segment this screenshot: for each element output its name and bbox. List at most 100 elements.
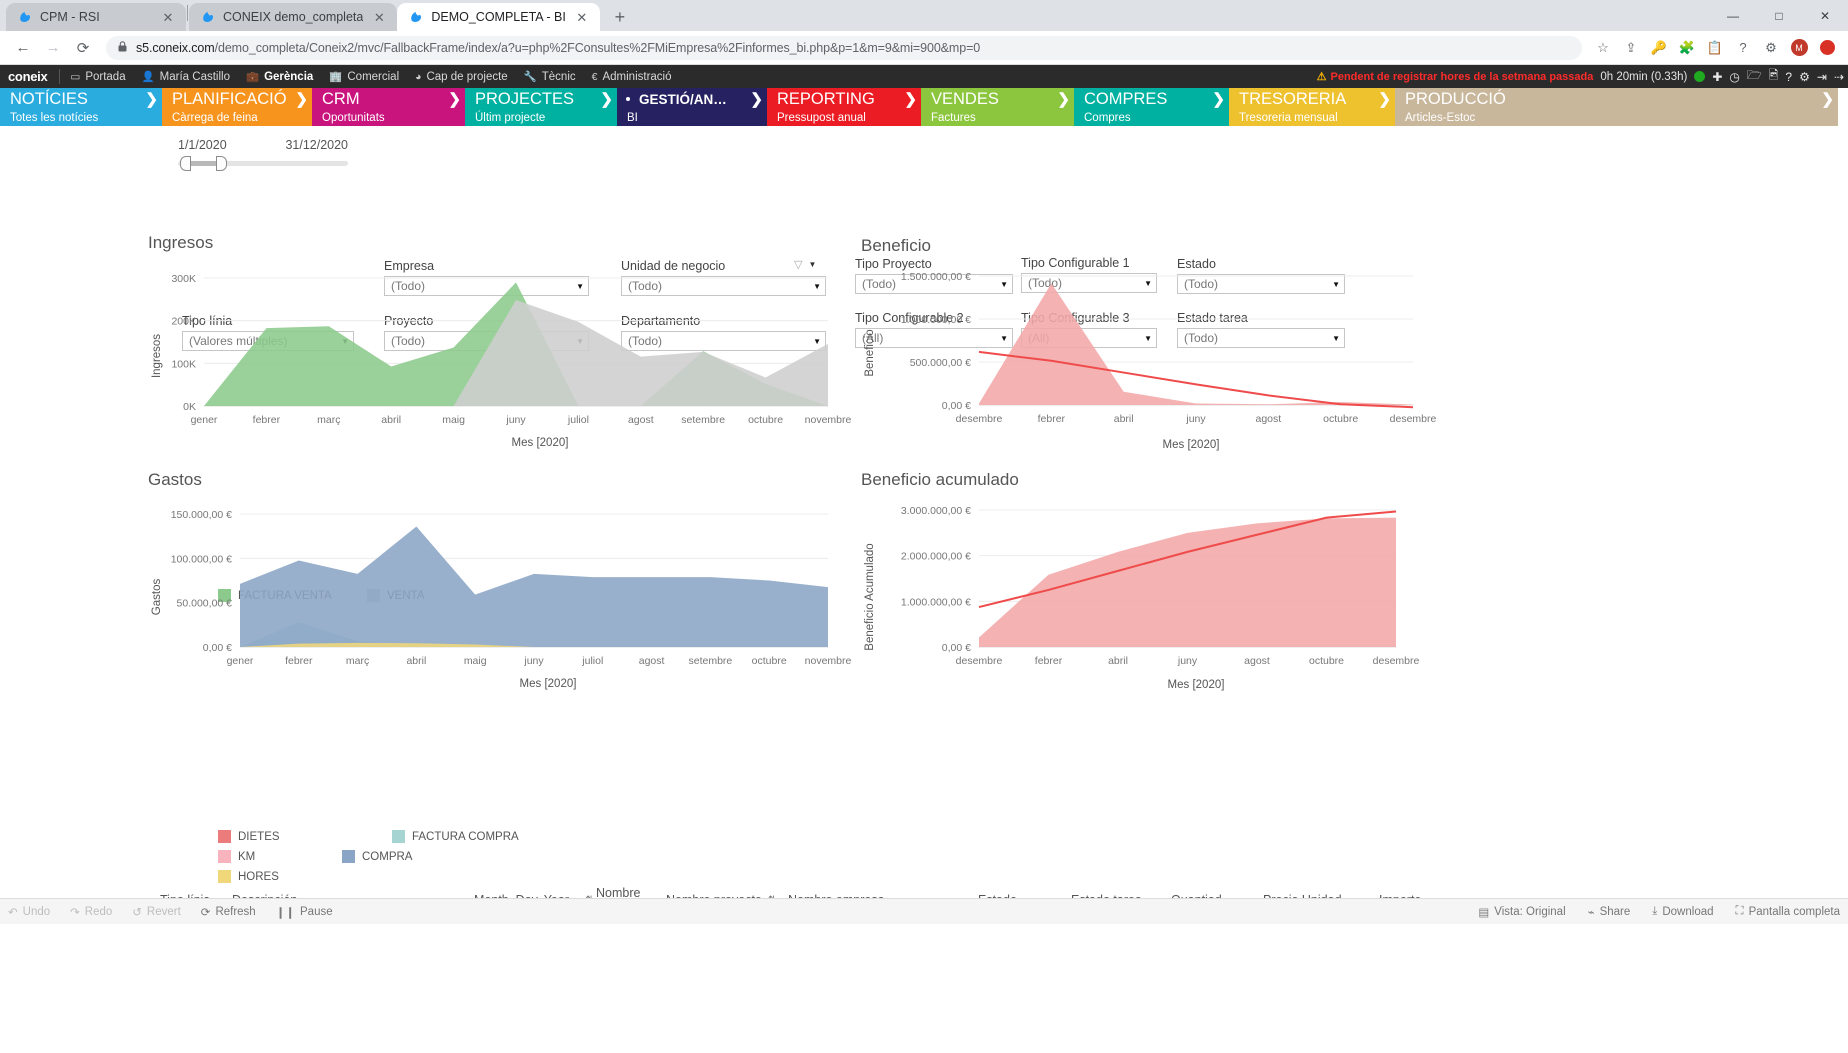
coneix-logo[interactable]: coneix (8, 69, 59, 84)
bookmark-star-icon[interactable]: ☆ (1590, 35, 1616, 61)
pending-hours-warning[interactable]: ⚠ Pendent de registrar hores de la setma… (1317, 70, 1594, 83)
browser-tab[interactable]: CONEIX demo_completa ✕ (189, 3, 397, 31)
folder-icon[interactable]: 🗁 (1747, 66, 1762, 87)
browser-tab-active[interactable]: DEMO_COMPLETA - BI ✕ (397, 3, 600, 31)
legend-item-compra[interactable]: COMPRA (342, 850, 492, 863)
ribbon-item-planificaci-[interactable]: PLANIFICACIÓ❯ (162, 88, 312, 110)
statusbar-pantalla-completa-button[interactable]: ⛶Pantalla completa (1736, 905, 1840, 918)
back-icon[interactable]: ← (8, 33, 38, 63)
euro-icon: € (592, 71, 598, 83)
close-icon[interactable]: ✕ (574, 9, 590, 25)
slider-handle-right[interactable] (216, 156, 227, 171)
x-tick-label: agost (1255, 413, 1281, 425)
table-header-est[interactable]: Estado (978, 886, 1071, 898)
subbar-item-pressupost-anual[interactable]: Pressupost anual (767, 110, 921, 126)
maximize-button[interactable]: □ (1756, 0, 1802, 31)
table-header-row: Tipo líniaDescripciónMonth, Day, Year ..… (160, 886, 1560, 898)
table-header-imp[interactable]: Importe (1379, 886, 1469, 898)
legend-item-dietes[interactable]: DIETES (218, 830, 368, 843)
navbar-item-portada[interactable]: ▭ Portada (70, 71, 125, 83)
close-icon[interactable]: ✕ (160, 9, 176, 25)
subbar-item-c-rrega-de-feina[interactable]: Càrrega de feina (162, 110, 312, 126)
forward-icon[interactable]: → (38, 33, 68, 63)
navbar-item-user[interactable]: 👤 María Castillo (142, 70, 230, 83)
logout-icon[interactable]: ⇥ (1817, 70, 1827, 84)
ribbon-item-crm[interactable]: CRM❯ (312, 88, 465, 110)
ribbon-item-producci-[interactable]: PRODUCCIÓ❯ (1395, 88, 1838, 110)
close-icon[interactable]: ✕ (371, 9, 387, 25)
navbar-item-gerencia[interactable]: 💼 Gerència (246, 70, 313, 83)
minimize-button[interactable]: — (1710, 0, 1756, 31)
table-header-tipo[interactable]: Tipo línia (160, 886, 232, 898)
statusbar-label: Share (1600, 906, 1631, 918)
table-header-proj[interactable]: Nombre proyecto⇅ (666, 886, 788, 898)
table-header-month[interactable]: Month, Day, Year ..⇅ (474, 886, 596, 898)
statusbar-label: Refresh (215, 906, 255, 918)
address-bar[interactable]: s5.coneix.com/demo_completa/Coneix2/mvc/… (106, 36, 1582, 60)
ribbon-item-not-cies[interactable]: NOTÍCIES❯ (0, 88, 162, 110)
table-header-desc[interactable]: Descripción (232, 886, 474, 898)
statusbar-pause-button[interactable]: ❙❙Pause (276, 905, 333, 919)
table-header-esttar[interactable]: Estado tarea (1071, 886, 1171, 898)
table-header-pe[interactable]: Nombre Pe.. (596, 886, 666, 898)
statusbar-refresh-button[interactable]: ⟳Refresh (201, 905, 256, 919)
statusbar-vista-original-button[interactable]: ▤Vista: Original (1478, 905, 1565, 919)
legend-item-factura-compra[interactable]: FACTURA COMPRA (392, 830, 552, 843)
navbar-item-comercial[interactable]: 🏢 Comercial (329, 70, 399, 83)
profile-status-icon[interactable] (1814, 35, 1840, 61)
subbar-item-oportunitats[interactable]: Oportunitats (312, 110, 465, 126)
window-close-button[interactable]: ✕ (1802, 0, 1848, 31)
ribbon-item-projectes[interactable]: PROJECTES❯ (465, 88, 617, 110)
statusbar-label: Revert (147, 906, 181, 918)
slider-track[interactable] (178, 161, 348, 166)
share-icon[interactable]: ⇪ (1618, 35, 1644, 61)
statusbar-download-button[interactable]: ⤓Download (1652, 905, 1713, 918)
date-from-label: 1/1/2020 (178, 138, 227, 152)
navbar-item-administracio[interactable]: € Administració (592, 71, 672, 83)
subbar-item-compres[interactable]: Compres (1074, 110, 1229, 126)
y-tick-label: 100K (171, 358, 196, 370)
ribbon-item-reporting[interactable]: REPORTING❯ (767, 88, 921, 110)
date-range-slider[interactable]: 1/1/2020 31/12/2020 (178, 138, 348, 166)
navbar-item-tecnic[interactable]: 🔧 Tècnic (524, 70, 576, 83)
subbar-item-totes-les-not-cies[interactable]: Totes les notícies (0, 110, 162, 126)
browser-tab[interactable]: CPM - RSI ✕ (6, 3, 186, 31)
subbar-item-tresoreria-mensual[interactable]: Tresoreria mensual (1229, 110, 1395, 126)
navbar-item-cap-de-projecte[interactable]: ◕ Cap de projecte (415, 71, 508, 83)
new-tab-button[interactable]: + (606, 3, 634, 31)
ribbon-item-vendes[interactable]: VENDES❯ (921, 88, 1074, 110)
table-header-pu[interactable]: Precio Unidad (1263, 886, 1379, 898)
add-icon[interactable]: ✚ (1712, 70, 1722, 84)
subbar-item-factures[interactable]: Factures (921, 110, 1074, 126)
slider-handle-left[interactable] (180, 156, 191, 171)
ribbon-item-gesti--an-[interactable]: GESTIÓ/AN…❯ (617, 88, 767, 110)
table-header-emp[interactable]: Nombre empresa (788, 886, 978, 898)
avatar[interactable]: M (1786, 35, 1812, 61)
clipboard-icon[interactable]: 📋 (1702, 35, 1728, 61)
key-icon[interactable]: 🔑 (1646, 35, 1672, 61)
statusbar-share-button[interactable]: ⌁Share (1588, 905, 1631, 919)
reload-icon[interactable]: ⟳ (68, 33, 98, 63)
clock-icon[interactable]: ◷ (1729, 70, 1739, 84)
subbar-item-bi[interactable]: BI (617, 110, 767, 126)
expand-icon[interactable]: ⇢ (1834, 70, 1844, 84)
subbar-item-label: Factures (931, 112, 976, 124)
subbar-item-articles-estoc[interactable]: Articles-Estoc (1395, 110, 1838, 126)
help-icon[interactable]: ? (1785, 70, 1792, 84)
table-header-qty[interactable]: Quantiad (1171, 886, 1263, 898)
gear-icon[interactable]: ⚙ (1799, 70, 1810, 84)
question-icon[interactable]: ? (1730, 35, 1756, 61)
puzzle-icon[interactable]: 🧩 (1674, 35, 1700, 61)
legend-item-km[interactable]: KM (218, 850, 318, 863)
gear-icon[interactable]: ⚙ (1758, 35, 1784, 61)
legend-item-hores[interactable]: HORES (218, 870, 378, 883)
x-tick-label: novembre (805, 414, 852, 426)
x-tick-label: març (346, 655, 369, 667)
legend-swatch (342, 850, 355, 863)
subbar-item--ltim-projecte[interactable]: Últim projecte (465, 110, 617, 126)
status-dot[interactable] (1694, 71, 1705, 82)
contact-icon[interactable]: 🖻 (1769, 66, 1779, 87)
x-tick-label: novembre (805, 655, 852, 667)
ribbon-item-compres[interactable]: COMPRES❯ (1074, 88, 1229, 110)
ribbon-item-tresoreria[interactable]: TRESORERIA❯ (1229, 88, 1395, 110)
